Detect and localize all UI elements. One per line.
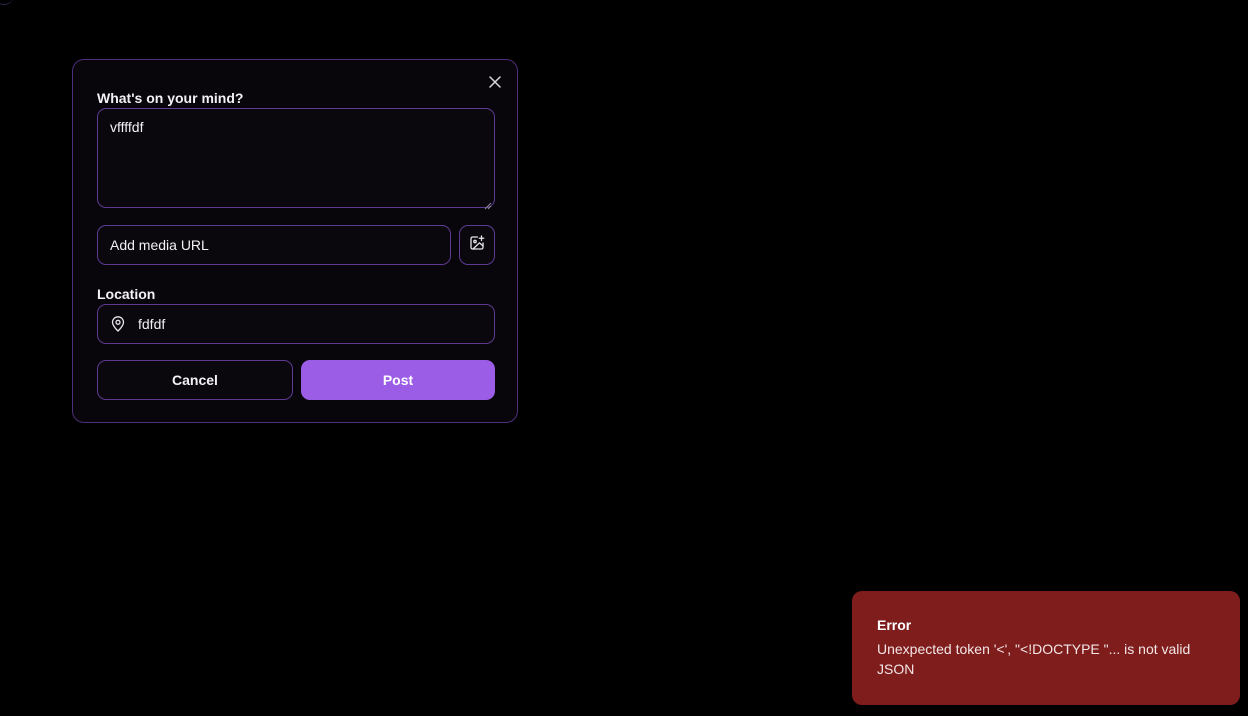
create-post-dialog: What's on your mind? vffffdf Add media U…: [72, 59, 518, 423]
media-url-input[interactable]: Add media URL: [97, 225, 451, 265]
cancel-button[interactable]: Cancel: [97, 360, 293, 400]
corner-decoration: [0, 0, 14, 5]
content-textarea[interactable]: vffffdf: [97, 108, 495, 210]
location-value: fdfdf: [138, 316, 166, 332]
close-icon: [489, 75, 501, 93]
location-input[interactable]: fdfdf: [97, 304, 495, 344]
content-value: vffffdf: [110, 119, 144, 135]
resize-handle-icon[interactable]: [484, 197, 492, 210]
location-label: Location: [97, 286, 156, 302]
add-media-button[interactable]: [459, 225, 495, 265]
post-button[interactable]: Post: [301, 360, 495, 400]
error-toast-message: Unexpected token '<', "<!DOCTYPE "... is…: [877, 641, 1191, 677]
error-toast[interactable]: Error Unexpected token '<', "<!DOCTYPE "…: [852, 591, 1240, 705]
media-url-placeholder: Add media URL: [110, 237, 209, 253]
content-label: What's on your mind?: [97, 90, 244, 106]
map-pin-icon: [110, 316, 126, 332]
error-toast-title: Error: [877, 617, 912, 633]
close-button[interactable]: [487, 76, 503, 92]
image-plus-icon: [469, 234, 485, 256]
